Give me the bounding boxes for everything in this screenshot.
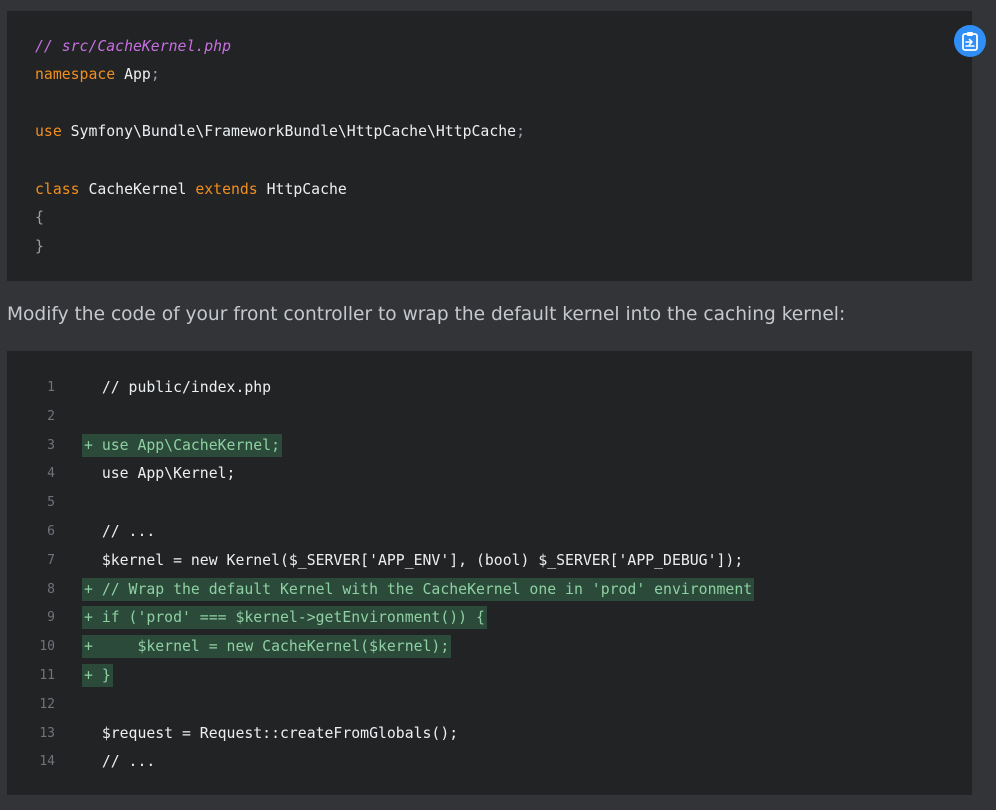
use-path: Symfony\Bundle\FrameworkBundle\HttpCache… [61, 123, 517, 140]
code-line: // public/index.php [84, 379, 272, 396]
line-number: 8 [47, 581, 55, 597]
code-block-cache-kernel: // src/CacheKernel.php namespace App; us… [7, 11, 972, 281]
code-line: use App\Kernel; [84, 465, 236, 483]
code-line-class: class CacheKernel extends HttpCache [35, 178, 347, 202]
instruction-text: Modify the code of your front controller… [7, 304, 846, 325]
diff-line: 4 use App\Kernel; [7, 459, 972, 488]
keyword-class: class [35, 181, 80, 198]
line-number: 3 [47, 437, 55, 453]
semicolon: ; [150, 66, 160, 83]
line-number: 13 [39, 725, 55, 741]
diff-line: 3 + use App\CacheKernel; [7, 431, 972, 460]
code-line: $kernel = new Kernel($_SERVER['APP_ENV']… [84, 551, 744, 569]
keyword-extends: extends [195, 181, 258, 198]
parent-class: HttpCache [257, 181, 347, 198]
added-code-line: + if ('prod' === $kernel->getEnvironment… [82, 606, 487, 630]
diff-line: 11 + } [7, 661, 972, 690]
code-line: // ... [84, 523, 156, 540]
class-name: CacheKernel [79, 181, 196, 198]
keyword-namespace: namespace [35, 66, 116, 83]
code-brace-close: } [35, 238, 44, 255]
added-code-line: + use App\CacheKernel; [82, 433, 282, 457]
diff-line: 14 // ... [7, 747, 972, 776]
line-number: 5 [47, 495, 55, 511]
copy-code-button[interactable] [954, 25, 986, 57]
code-line: // ... [84, 753, 156, 771]
diff-line: 1 // public/index.php [7, 373, 972, 402]
code-brace-open: { [35, 209, 44, 226]
diff-line: 8 + // Wrap the default Kernel with the C… [7, 575, 972, 604]
diff-line: 10 + $kernel = new CacheKernel($kernel); [7, 632, 972, 661]
code-comment: // src/CacheKernel.php [35, 38, 231, 55]
line-number: 11 [39, 668, 55, 683]
namespace-name: App [115, 66, 151, 83]
diff-line: 5 [7, 488, 972, 517]
diff-line: 9 + if ('prod' === $kernel->getEnvironmen… [7, 603, 972, 632]
keyword-use: use [35, 123, 62, 140]
line-number: 1 [47, 380, 55, 395]
line-number: 12 [39, 696, 55, 712]
clipboard-icon [962, 32, 978, 51]
diff-line: 12 [7, 690, 972, 719]
line-number: 10 [39, 639, 55, 655]
added-code-line: + // Wrap the default Kernel with the Ca… [82, 577, 755, 601]
line-number: 9 [47, 610, 55, 626]
code-line-use: use Symfony\Bundle\FrameworkBundle\HttpC… [35, 120, 525, 144]
line-number: 6 [47, 524, 55, 539]
line-number: 2 [47, 408, 55, 424]
diff-line: 13 $request = Request::createFromGlobals… [7, 719, 972, 748]
added-code-line: + } [82, 664, 113, 687]
code-block-front-controller-diff: 1 // public/index.php 2 3 + use App\CacheKe… [7, 351, 972, 795]
line-number: 7 [47, 552, 55, 568]
diff-line: 2 [7, 402, 972, 431]
diff-line: 7 $kernel = new Kernel($_SERVER['APP_ENV… [7, 546, 972, 575]
added-code-line: + $kernel = new CacheKernel($kernel); [82, 635, 452, 659]
code-line-namespace: namespace App; [35, 63, 160, 87]
code-line: $request = Request::createFromGlobals(); [84, 724, 459, 742]
diff-line: 6 // ... [7, 517, 972, 546]
line-number: 14 [39, 754, 55, 770]
semicolon: ; [516, 123, 525, 140]
line-number: 4 [47, 466, 55, 482]
